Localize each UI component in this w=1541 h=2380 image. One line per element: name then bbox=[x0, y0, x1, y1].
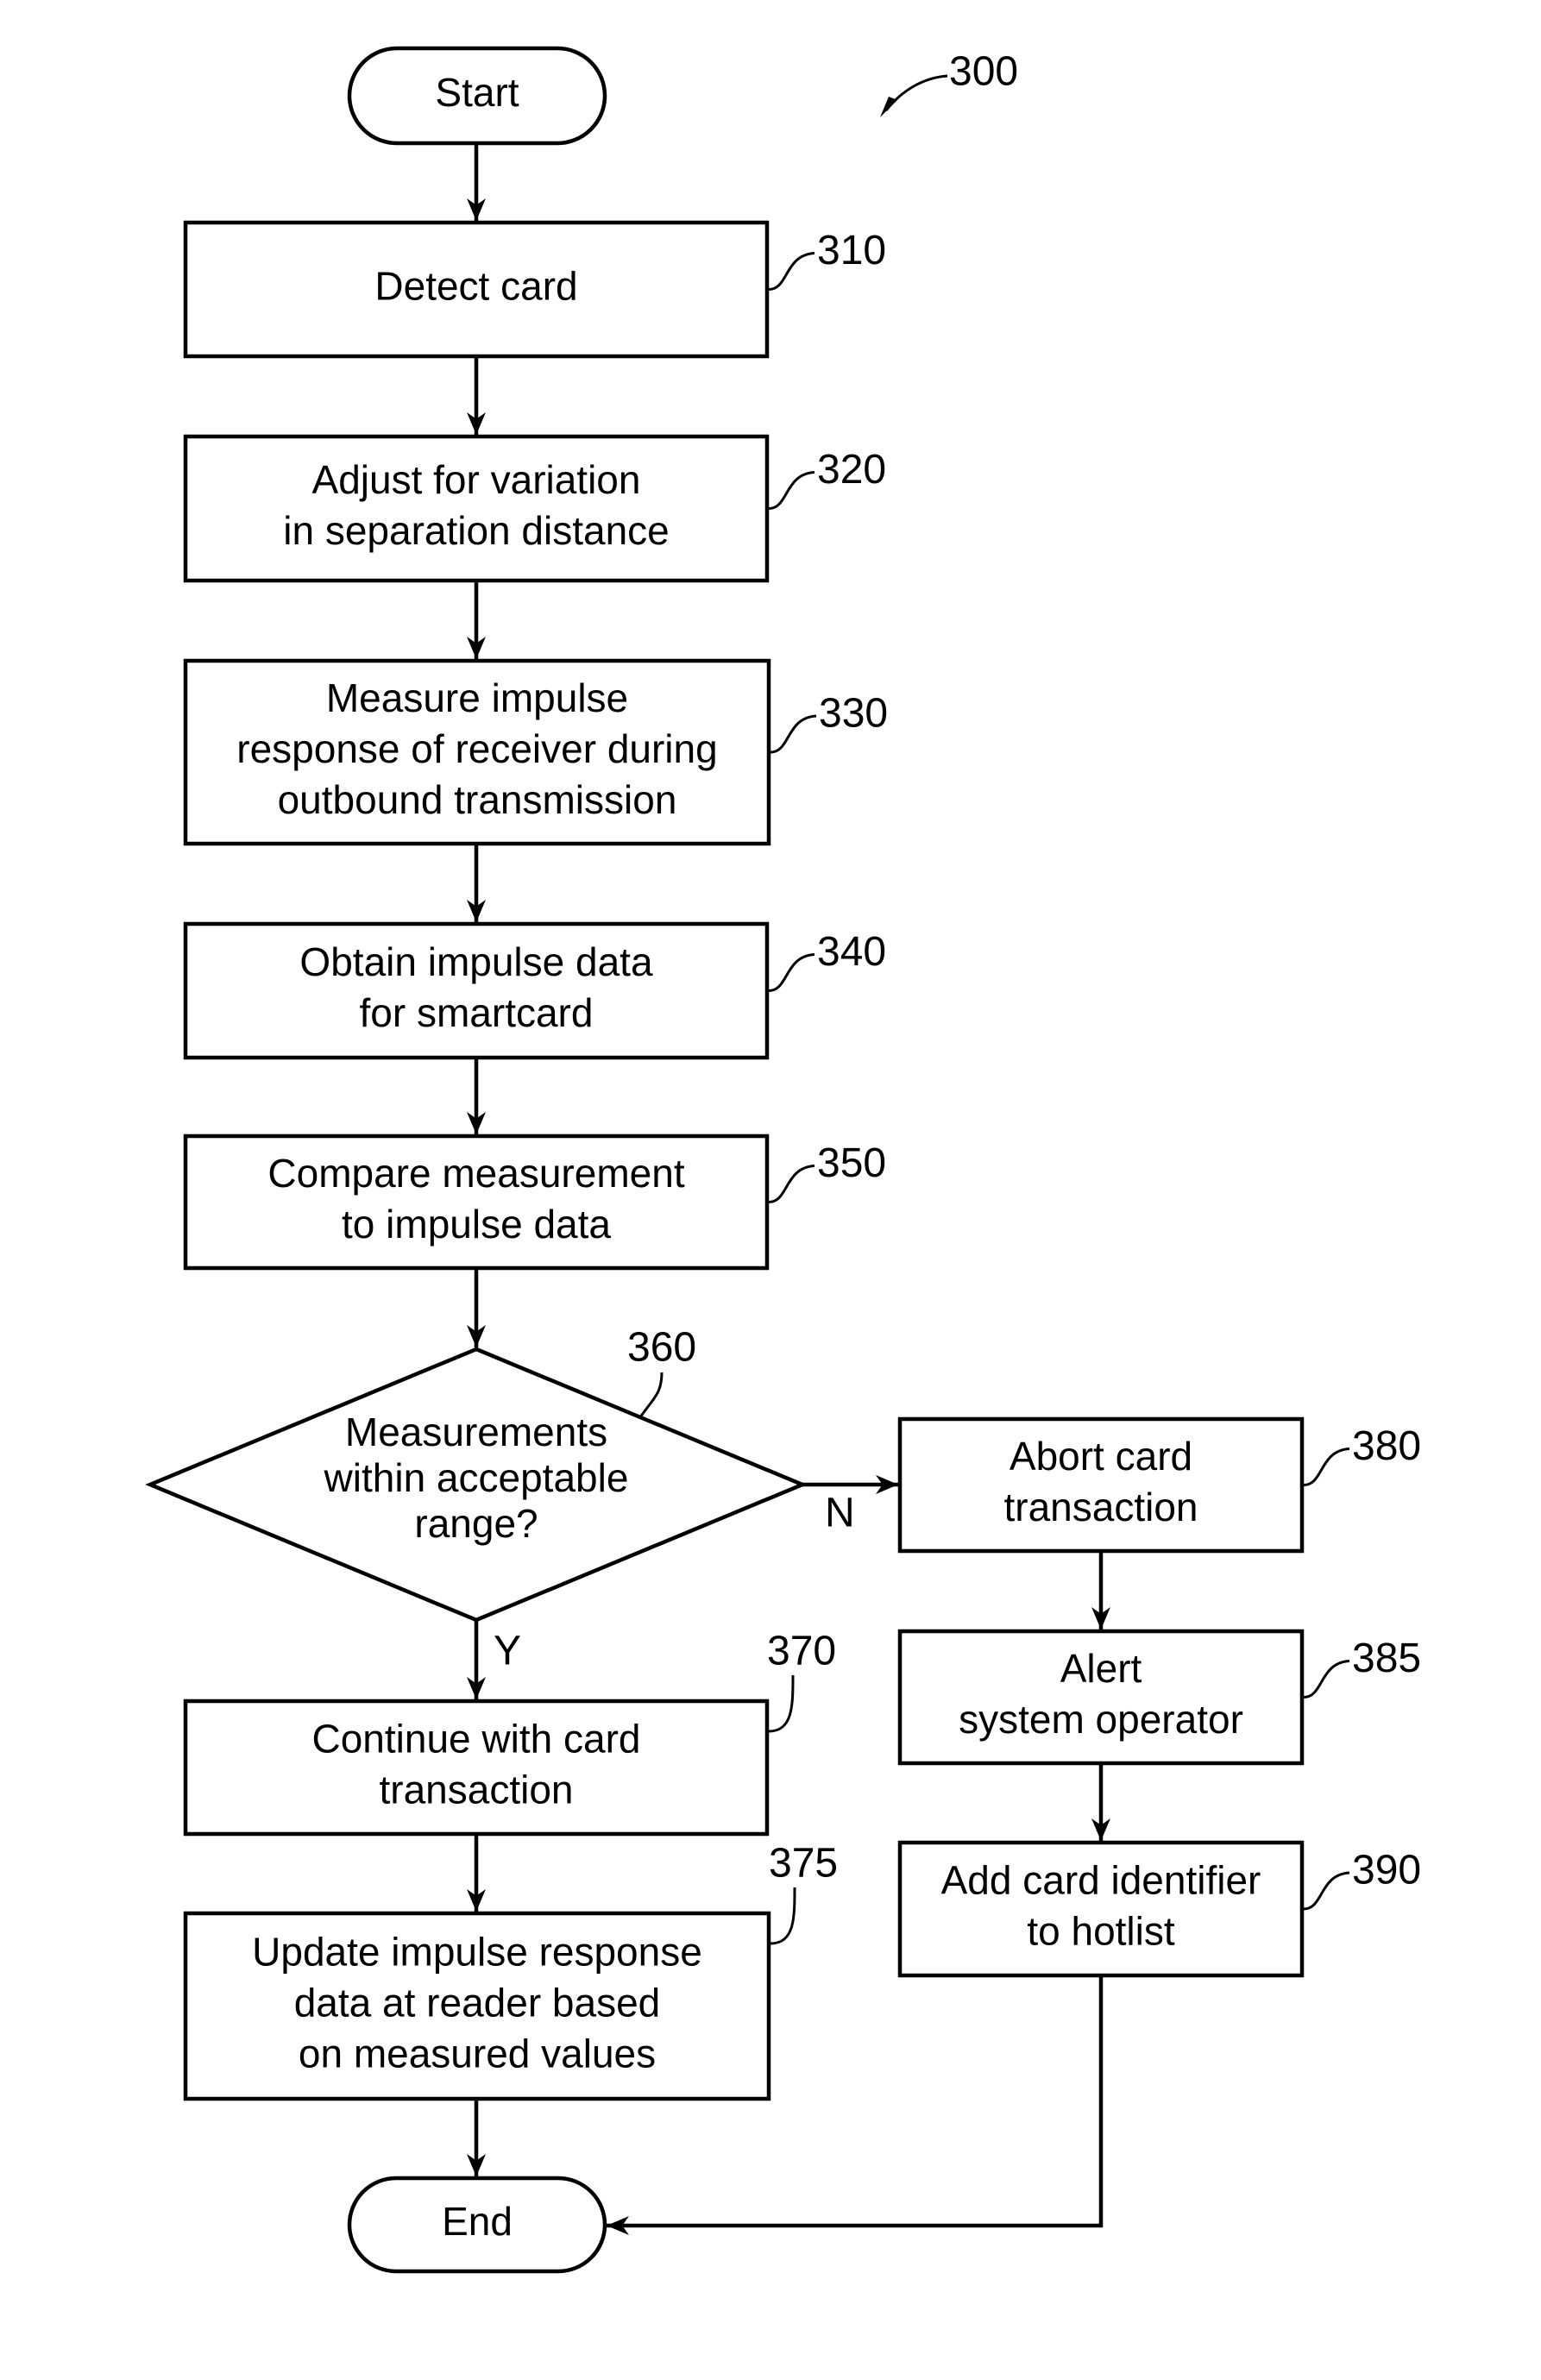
reference-leader bbox=[1303, 1447, 1350, 1486]
step-310: Detect card 310 bbox=[183, 220, 886, 359]
step-text-line: on measured values bbox=[299, 2031, 656, 2076]
arrow-385-to-390 bbox=[1091, 1763, 1110, 1841]
reference-leader bbox=[1303, 1660, 1350, 1699]
arrow-start-to-310 bbox=[467, 143, 486, 221]
reference-leader bbox=[768, 953, 815, 992]
decision-no-label: N bbox=[825, 1491, 855, 1536]
step-text-line: outbound transmission bbox=[278, 777, 677, 822]
step-text-line: in separation distance bbox=[283, 508, 670, 553]
step-text-line: Alert bbox=[1060, 1646, 1142, 1691]
step-385: Alert system operator 385 bbox=[897, 1629, 1421, 1766]
step-reference-number: 330 bbox=[819, 691, 888, 737]
step-text-line: transaction bbox=[1003, 1485, 1198, 1529]
figure-reference-label: 300 bbox=[949, 49, 1018, 95]
figure-reference-arrowhead bbox=[880, 97, 897, 117]
step-320: Adjust for variation in separation distan… bbox=[183, 434, 886, 583]
step-380: Abort card transaction 380 bbox=[897, 1416, 1421, 1554]
step-reference-number: 380 bbox=[1352, 1423, 1421, 1469]
step-text-line: Compare measurement bbox=[267, 1151, 684, 1196]
step-text-line: Add card identifier bbox=[941, 1858, 1261, 1903]
arrow-340-to-350 bbox=[467, 1058, 486, 1134]
decision-yes-label: Y bbox=[494, 1629, 521, 1674]
step-text-line: Obtain impulse data bbox=[299, 939, 653, 984]
step-text-line: for smartcard bbox=[360, 990, 594, 1035]
step-text-line: Update impulse response bbox=[252, 1930, 702, 1975]
step-reference-number: 390 bbox=[1352, 1848, 1421, 1893]
step-reference-number: 320 bbox=[817, 447, 886, 493]
step-text-line: data at reader based bbox=[294, 1981, 661, 2025]
arrow-330-to-340 bbox=[467, 844, 486, 922]
step-text-line: within acceptable bbox=[324, 1455, 629, 1500]
reference-leader bbox=[1303, 1871, 1350, 1911]
reference-leader bbox=[768, 1674, 795, 1733]
process-steps: Detect card 310 Adjust for variation in sep… bbox=[145, 220, 1421, 2101]
step-text-line: range? bbox=[414, 1501, 538, 1546]
step-text-line: Detect card bbox=[374, 264, 577, 309]
arrow-350-to-360 bbox=[467, 1268, 486, 1347]
figure-reference-arrow bbox=[884, 74, 948, 111]
step-340: Obtain impulse data for smartcard 340 bbox=[183, 921, 886, 1060]
step-text-line: Adjust for variation bbox=[312, 457, 641, 502]
step-reference-number: 375 bbox=[769, 1841, 838, 1887]
step-reference-number: 350 bbox=[817, 1140, 886, 1186]
step-text-line: system operator bbox=[959, 1697, 1243, 1742]
reference-leader bbox=[768, 1165, 815, 1203]
step-reference-number: 360 bbox=[627, 1325, 696, 1371]
start-label: Start bbox=[435, 70, 519, 115]
arrow-320-to-330 bbox=[467, 581, 486, 659]
step-text-line: Measure impulse bbox=[326, 675, 628, 720]
step-330: Measure impulse response of receiver duri… bbox=[183, 658, 888, 846]
step-375: Update impulse response data at reader ba… bbox=[183, 1841, 838, 2101]
step-390: Add card identifier to hotlist 390 bbox=[897, 1840, 1421, 1978]
arrow-310-to-320 bbox=[467, 356, 486, 435]
step-text-line: Abort card bbox=[1010, 1434, 1192, 1479]
reference-leader bbox=[770, 714, 817, 754]
arrow-370-to-375 bbox=[467, 1834, 486, 1912]
arrow-380-to-385 bbox=[1091, 1551, 1110, 1630]
step-text-line: Continue with card bbox=[312, 1717, 641, 1761]
arrow-375-to-end bbox=[467, 2099, 486, 2176]
reference-leader bbox=[768, 252, 815, 291]
step-text-line: response of receiver during bbox=[236, 726, 717, 771]
step-reference-number: 385 bbox=[1352, 1636, 1421, 1681]
step-350: Compare measurement to impulse data 350 bbox=[183, 1133, 886, 1271]
step-reference-number: 310 bbox=[817, 228, 886, 273]
arrow-360-yes-to-370 bbox=[467, 1620, 486, 1699]
step-text-line: to hotlist bbox=[1027, 1909, 1175, 1954]
step-text-line: transaction bbox=[379, 1768, 573, 1812]
step-360: Measurementswithin acceptablerange? 360 bbox=[145, 1325, 808, 1623]
reference-leader bbox=[638, 1372, 664, 1418]
reference-leader bbox=[768, 471, 815, 510]
step-text-line: to impulse data bbox=[342, 1202, 611, 1247]
flowchart: 300 Start End Detect card 310 Adjust for v… bbox=[145, 46, 1421, 2274]
step-text-line: Measurements bbox=[345, 1410, 607, 1454]
reference-leader bbox=[770, 1887, 796, 1945]
step-reference-number: 340 bbox=[817, 929, 886, 975]
step-reference-number: 370 bbox=[767, 1629, 836, 1674]
end-label: End bbox=[442, 2199, 513, 2244]
